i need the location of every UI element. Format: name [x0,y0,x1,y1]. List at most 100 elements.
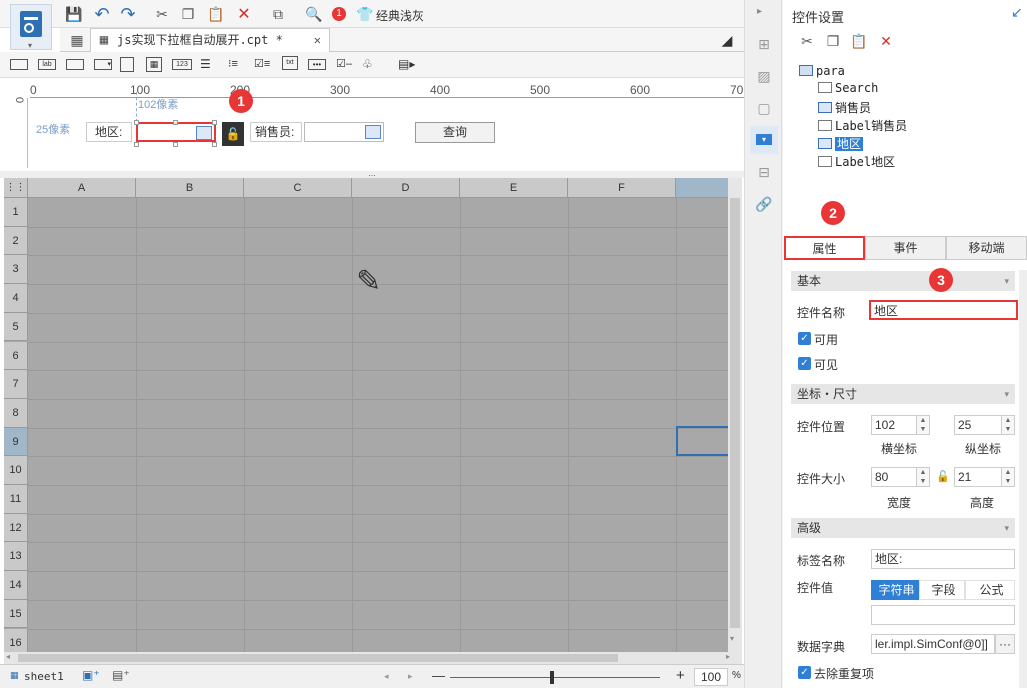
textbox-widget-icon[interactable] [10,59,28,70]
splitter-handle[interactable]: ... [0,169,744,178]
textarea-widget-icon[interactable]: ☰ [200,57,216,72]
next-sheet-icon[interactable]: ▸ [408,671,413,682]
spreadsheet-grid[interactable]: ⋮⋮ A B C D E F 1 2 3 4 5 6 7 8 9 10 11 12 13 14 15 16 ✎ [4,178,742,652]
label-widget-icon[interactable]: lab [38,59,56,70]
layout-icon[interactable]: ⊞ [754,34,774,54]
widget-name-input[interactable]: 地区 [869,300,1018,320]
height-stepper[interactable]: ▲ ▼ [1001,467,1015,487]
copy-icon[interactable]: ❐ [823,32,843,50]
tab-menu-icon[interactable]: ◢ [718,31,736,49]
horizontal-scrollbar[interactable]: ◂ ▸ [4,652,742,664]
row-header[interactable]: 1 [4,198,28,227]
cut-icon[interactable]: ✂ [152,4,172,24]
checkbox-group-icon[interactable]: ☑≡ [254,57,270,72]
copy-icon[interactable]: ❐ [178,4,198,24]
tree-widget-icon[interactable]: ♧ [362,57,378,72]
aspect-lock-icon[interactable]: 🔓 [936,470,950,483]
lock-icon[interactable]: 🔓 [222,122,244,146]
sheet-tab[interactable]: sheet1 [24,670,64,683]
expand-icon[interactable]: ▸ [757,6,762,17]
column-header[interactable]: A [28,178,136,198]
row-header[interactable]: 11 [4,485,28,514]
tab-mobile[interactable]: 移动端 [946,236,1027,260]
query-button[interactable]: 查询 [415,122,495,143]
data-dict-input[interactable]: ler.impl.SimConf@0]] [871,634,995,654]
prev-sheet-icon[interactable]: ◂ [384,671,389,682]
row-header[interactable]: 9 [4,427,28,457]
paste-icon[interactable]: 📋 [849,32,869,50]
column-header[interactable]: B [136,178,244,198]
dropdown-arrow-icon[interactable] [196,126,212,140]
x-input[interactable]: 102 [871,415,917,435]
add-sheet-alt-icon[interactable]: ▤⁺ [112,668,134,684]
value-type-string[interactable]: 字符串 [871,580,919,600]
zoom-slider[interactable] [450,677,660,678]
search-icon[interactable]: 🔍 [304,4,324,24]
app-logo[interactable]: ▾ [10,4,52,50]
y-stepper[interactable]: ▲ ▼ [1001,415,1015,435]
paste-icon[interactable]: 📋 [206,4,226,24]
row-header[interactable]: 4 [4,284,28,313]
delete-icon[interactable]: ✕ [876,32,896,50]
widget-settings-icon[interactable]: ▾ [756,134,772,145]
row-header[interactable]: 15 [4,599,28,629]
sales-combobox[interactable] [304,122,384,142]
row-header[interactable]: 16 [4,628,28,652]
row-header[interactable]: 14 [4,571,28,600]
tab-file[interactable]: ▦ js实现下拉框自动展开.cpt * ✕ [90,28,330,52]
row-header[interactable]: 7 [4,370,28,399]
widget-tree-root[interactable]: para [799,64,845,78]
value-type-formula[interactable]: 公式 [965,580,1015,600]
select-all-corner[interactable]: ⋮⋮ [4,178,28,198]
button-widget-icon[interactable] [66,59,84,70]
sales-label[interactable]: 销售员: [250,122,302,142]
close-icon[interactable]: ✕ [314,29,321,51]
number-widget-icon[interactable]: 123 [172,59,192,70]
zoom-out-button[interactable]: — [432,668,445,683]
notification-badge[interactable]: 1 [332,7,346,21]
y-input[interactable]: 25 [954,415,1002,435]
checkbox-widget-icon[interactable]: ☑– [336,57,354,72]
tree-item-sales[interactable]: 销售员 [818,99,871,116]
selected-cell[interactable] [676,426,732,456]
row-header[interactable]: 5 [4,312,28,342]
column-header[interactable]: E [460,178,568,198]
area-combobox[interactable] [136,122,216,142]
calendar-widget-icon[interactable]: ▦ [146,57,162,72]
data-dict-more-button[interactable]: ··· [995,634,1015,654]
row-header[interactable]: 8 [4,398,28,428]
password-widget-icon[interactable]: ••• [308,59,326,70]
more-widgets-icon[interactable]: ▤▸ [398,57,418,72]
link-icon[interactable]: 🔗 [754,194,774,214]
row-header[interactable]: 3 [4,255,28,285]
add-sheet-icon[interactable]: ▣⁺ [82,668,104,684]
column-header[interactable]: F [568,178,676,198]
section-advanced[interactable]: 高级 ▾ [791,518,1015,538]
redo-icon[interactable]: ↷ [118,4,138,24]
section-basic[interactable]: 基本 ▾ [791,271,1015,291]
value-type-field[interactable]: 字段 [919,580,965,600]
column-header[interactable]: D [352,178,460,198]
visible-checkbox[interactable]: ✓ [798,357,811,370]
cell-attr-icon[interactable]: ▨ [754,66,774,86]
width-stepper[interactable]: ▲ ▼ [916,467,930,487]
zoom-slider-thumb[interactable] [550,671,554,684]
tab-events[interactable]: 事件 [865,236,946,260]
zoom-in-button[interactable]: + [676,667,685,684]
zoom-input[interactable]: 100 [694,668,728,686]
condition-icon[interactable]: ⊟ [754,162,774,182]
x-stepper[interactable]: ▲ ▼ [916,415,930,435]
panel-scrollbar[interactable] [1019,270,1027,688]
row-header[interactable]: 12 [4,513,28,543]
dropdown-arrow-icon[interactable] [365,125,381,139]
row-header[interactable]: 10 [4,456,28,485]
cut-icon[interactable]: ✂ [797,32,817,50]
row-header[interactable]: 2 [4,226,28,256]
enabled-checkbox[interactable]: ✓ [798,332,811,345]
vertical-scrollbar[interactable]: ▾ [728,178,742,652]
tag-name-input[interactable]: 地区: [871,549,1015,569]
frame-icon[interactable]: ▢ [754,98,774,118]
height-input[interactable]: 21 [954,467,1002,487]
radio-group-icon[interactable]: ⁝≡ [228,57,244,72]
dedup-checkbox[interactable]: ✓ [798,666,811,679]
